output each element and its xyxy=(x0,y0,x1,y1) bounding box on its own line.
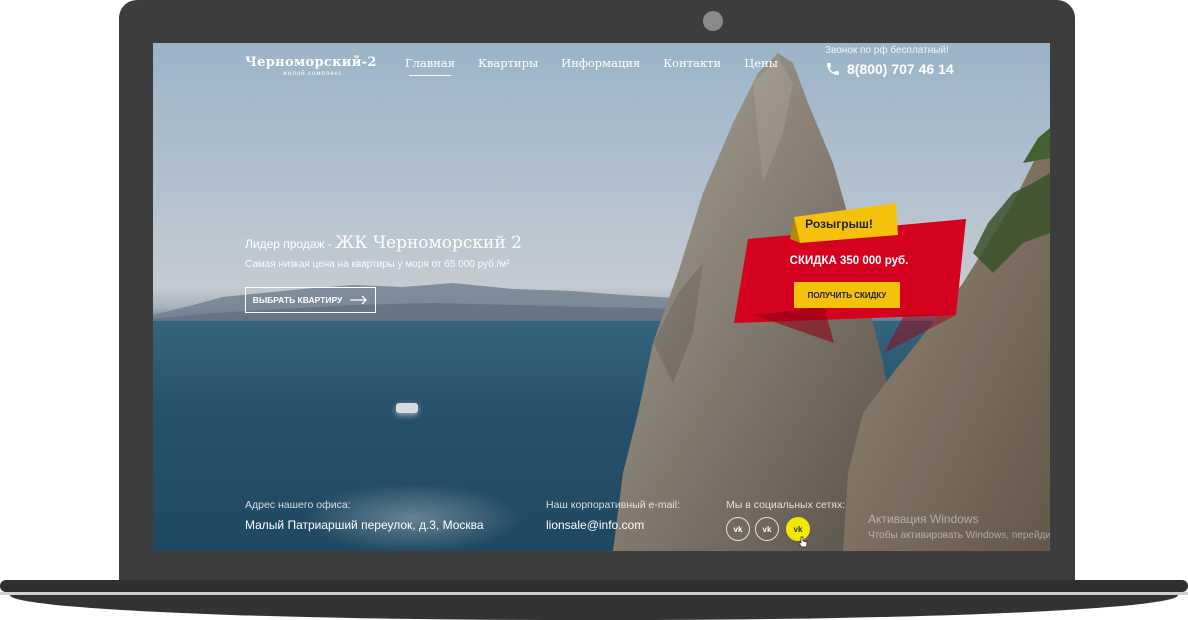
logo-title: Черноморский-2 xyxy=(245,55,377,70)
windows-activation-text: Чтобы активировать Windows, перейдите в … xyxy=(868,530,1050,541)
nav-item-information[interactable]: Информация xyxy=(561,56,640,70)
phone-icon xyxy=(827,63,839,75)
logo-subtitle: жилой комплекс xyxy=(283,71,343,77)
address-label: Адрес нашего офиса: xyxy=(245,499,351,511)
vk-icon[interactable]: vk xyxy=(755,517,779,541)
get-discount-button[interactable]: ПОЛУЧИТЬ СКИДКУ xyxy=(794,282,900,308)
choose-apartment-button[interactable]: ВЫБРАТЬ КВАРТИРУ xyxy=(245,287,376,313)
choose-apartment-label: ВЫБРАТЬ КВАРТИРУ xyxy=(252,295,343,305)
hero-title-prefix: Лидер продаж - xyxy=(245,237,336,251)
phone-number: 8(800) 707 46 14 xyxy=(847,61,954,77)
phone-note: Звонок по рф бесплатный! xyxy=(825,45,949,56)
vk-icon[interactable]: vk xyxy=(726,517,750,541)
nav-item-prices[interactable]: Цены xyxy=(744,56,778,70)
email-label: Наш корпоративный e-mail: xyxy=(546,499,681,511)
website-screen: Черноморский-2 жилой комплекс Главная Кв… xyxy=(153,43,1050,551)
nav-item-contacts[interactable]: Контакти xyxy=(663,56,721,70)
main-nav: Главная Квартиры Информация Контакти Цен… xyxy=(405,56,778,76)
promo-raffle-label: Розыгрыш! xyxy=(805,217,873,231)
nav-item-apartments[interactable]: Квартиры xyxy=(478,56,538,70)
nav-item-home[interactable]: Главная xyxy=(405,56,455,76)
camera-dot xyxy=(703,11,723,31)
laptop-base xyxy=(0,580,1188,620)
promo-banner: Розыгрыш! СКИДКА 350 000 руб. ПОЛУЧИТЬ С… xyxy=(734,203,970,353)
address-value: Малый Патриарший переулок, д.3, Москва xyxy=(245,518,484,532)
arrow-right-icon xyxy=(350,295,368,305)
windows-activation-title: Активация Windows xyxy=(868,512,979,526)
social-label: Мы в социальных сетях: xyxy=(726,499,846,511)
hand-cursor-icon xyxy=(798,536,808,548)
hero-subtitle: Самая низкая цена на квартиры у моря от … xyxy=(245,259,510,270)
hero-title: Лидер продаж - ЖК Черноморский 2 xyxy=(245,233,522,253)
hero-title-main: ЖК Черноморский 2 xyxy=(335,233,522,253)
promo-discount: СКИДКА 350 000 руб. xyxy=(789,255,909,267)
email-link[interactable]: lionsale@info.com xyxy=(546,518,644,532)
phone-link[interactable]: 8(800) 707 46 14 xyxy=(825,61,954,77)
site-logo[interactable]: Черноморский-2 жилой комплекс xyxy=(245,55,377,77)
